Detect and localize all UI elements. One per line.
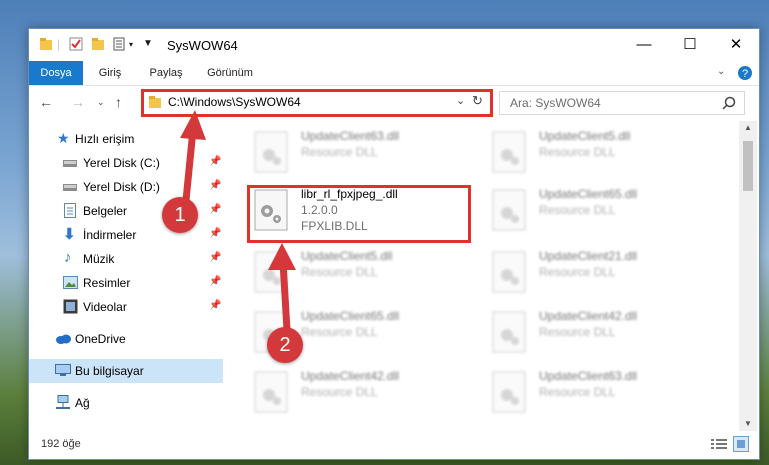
arrow-head-icon — [180, 110, 206, 140]
annotation-arrows — [180, 110, 296, 334]
arrow-to-address-bar — [182, 126, 197, 204]
step-badge-2: 2 — [267, 327, 303, 363]
arrow-to-file — [279, 258, 291, 334]
arrow-head-icon — [268, 243, 296, 270]
step-badge-1: 1 — [162, 197, 198, 233]
